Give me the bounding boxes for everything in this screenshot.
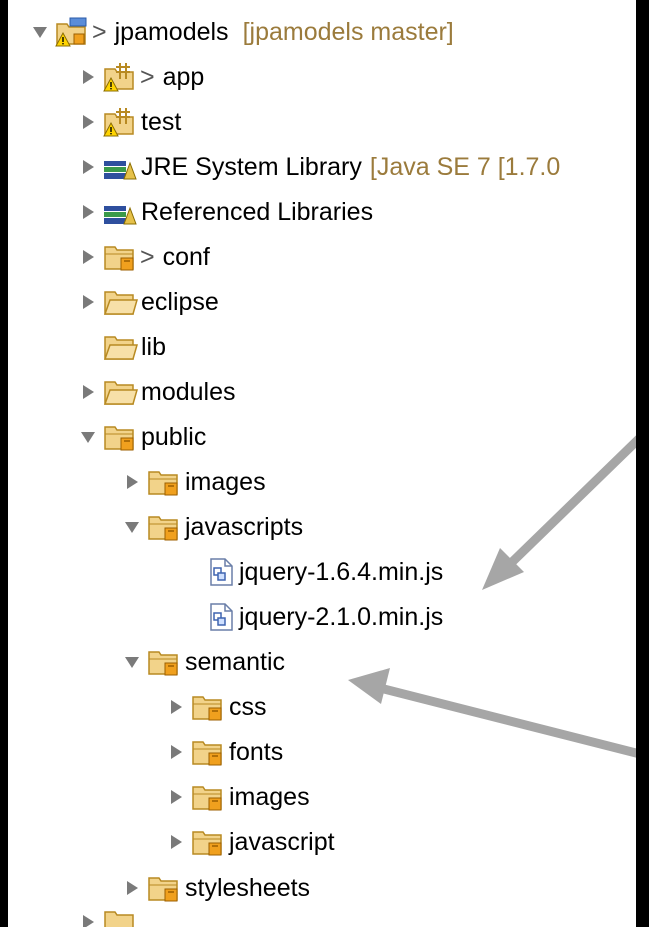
package-folder-icon — [146, 511, 182, 543]
package-folder-icon — [190, 691, 226, 723]
package-folder-icon — [102, 421, 138, 453]
jquery-1-6-4-label: jquery-1.6.4.min.js — [239, 557, 444, 586]
tree-row-app[interactable]: > app — [78, 55, 204, 99]
folder-icon — [102, 286, 138, 318]
triangle-right-icon[interactable] — [122, 878, 142, 898]
public-label: public — [141, 422, 207, 451]
javascripts-label: javascripts — [185, 512, 304, 541]
triangle-right-icon[interactable] — [78, 157, 98, 177]
package-folder-icon — [190, 826, 226, 858]
arrow-to-semantic-icon — [348, 668, 636, 758]
triangle-right-icon[interactable] — [78, 292, 98, 312]
triangle-down-icon[interactable] — [30, 22, 50, 42]
project-warning-icon — [54, 16, 90, 48]
triangle-right-icon[interactable] — [78, 202, 98, 222]
package-warning-icon — [102, 61, 138, 93]
tree-row-css[interactable]: css — [166, 685, 267, 729]
triangle-right-icon[interactable] — [166, 832, 186, 852]
app-label: app — [162, 62, 205, 91]
triangle-right-icon[interactable] — [166, 742, 186, 762]
tree-row-test[interactable]: test — [78, 100, 181, 144]
tree-row-partial — [78, 911, 138, 927]
app-prefix: > — [140, 62, 155, 91]
package-explorer-tree: > jpamodels [jpamodels master] > app tes… — [8, 0, 636, 927]
tree-row-stylesheets[interactable]: stylesheets — [122, 866, 310, 910]
arrow-to-jquery-icon — [482, 435, 636, 590]
fonts-label: fonts — [229, 737, 284, 766]
package-folder-icon — [146, 466, 182, 498]
jre-library-decoration: [Java SE 7 [1.7.0 — [369, 152, 561, 181]
tree-row-eclipse[interactable]: eclipse — [78, 280, 219, 324]
test-label: test — [141, 107, 182, 136]
library-icon — [102, 196, 138, 228]
package-warning-icon — [102, 106, 138, 138]
tree-row-referenced-libraries[interactable]: Referenced Libraries — [78, 190, 373, 234]
folder-icon — [102, 331, 138, 363]
library-icon — [102, 151, 138, 183]
jquery-2-1-0-label: jquery-2.1.0.min.js — [239, 602, 444, 631]
stylesheets-label: stylesheets — [185, 873, 311, 902]
package-folder-icon — [190, 781, 226, 813]
triangle-down-icon[interactable] — [122, 652, 142, 672]
tree-row-semantic[interactable]: semantic — [122, 640, 285, 684]
tree-row-public-images[interactable]: images — [122, 460, 266, 504]
package-folder-icon — [146, 872, 182, 904]
triangle-right-icon[interactable] — [166, 787, 186, 807]
eclipse-label: eclipse — [141, 287, 219, 316]
triangle-right-icon — [78, 912, 98, 927]
conf-label: conf — [162, 242, 210, 271]
tree-row-lib[interactable]: lib — [102, 325, 166, 369]
triangle-down-icon[interactable] — [78, 427, 98, 447]
package-folder-icon — [146, 646, 182, 678]
triangle-down-icon[interactable] — [122, 517, 142, 537]
triangle-right-icon[interactable] — [166, 697, 186, 717]
triangle-right-icon[interactable] — [78, 112, 98, 132]
semantic-label: semantic — [185, 647, 286, 676]
tree-row-javascripts[interactable]: javascripts — [122, 505, 303, 549]
semantic-images-label: images — [229, 782, 310, 811]
referenced-libraries-label: Referenced Libraries — [141, 197, 374, 226]
tree-row-modules[interactable]: modules — [78, 370, 236, 414]
tree-row-jpamodels[interactable]: > jpamodels [jpamodels master] — [30, 10, 454, 54]
tree-row-fonts[interactable]: fonts — [166, 730, 283, 774]
modules-label: modules — [141, 377, 236, 406]
project-prefix: > — [92, 17, 107, 46]
javascript-file-icon — [206, 556, 236, 588]
tree-row-jre-system-library[interactable]: JRE System Library [Java SE 7 [1.7.0 — [78, 145, 560, 189]
javascript-file-icon — [206, 601, 236, 633]
project-decoration: [jpamodels master] — [242, 17, 454, 46]
tree-row-javascript[interactable]: javascript — [166, 820, 335, 864]
project-label: jpamodels — [114, 17, 229, 46]
jre-library-label: JRE System Library — [141, 152, 362, 181]
tree-row-public[interactable]: public — [78, 415, 206, 459]
package-folder-icon — [102, 241, 138, 273]
tree-row-jquery-1-6-4[interactable]: jquery-1.6.4.min.js — [206, 550, 443, 594]
javascript-label: javascript — [229, 827, 335, 856]
lib-label: lib — [141, 332, 167, 361]
package-folder-icon — [190, 736, 226, 768]
triangle-right-icon[interactable] — [78, 247, 98, 267]
triangle-right-icon[interactable] — [78, 67, 98, 87]
css-label: css — [229, 692, 267, 721]
tree-row-jquery-2-1-0[interactable]: jquery-2.1.0.min.js — [206, 595, 443, 639]
folder-icon — [102, 906, 138, 927]
tree-row-conf[interactable]: > conf — [78, 235, 210, 279]
conf-prefix: > — [140, 242, 155, 271]
folder-icon — [102, 376, 138, 408]
triangle-right-icon[interactable] — [122, 472, 142, 492]
images-label: images — [185, 467, 266, 496]
tree-row-semantic-images[interactable]: images — [166, 775, 310, 819]
triangle-right-icon[interactable] — [78, 382, 98, 402]
